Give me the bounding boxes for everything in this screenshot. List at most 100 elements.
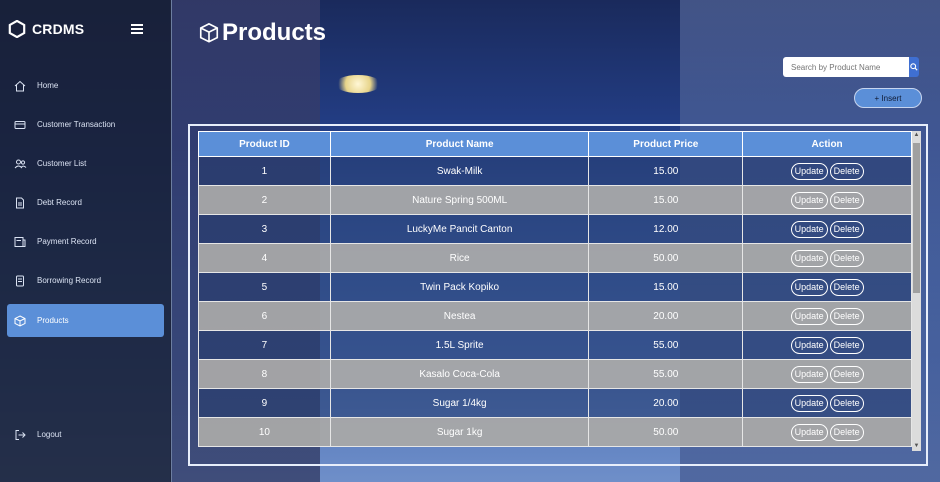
update-button[interactable]: Update xyxy=(790,249,828,267)
product-name-cell: LuckyMe Pancit Canton xyxy=(329,214,590,244)
scroll-up-icon[interactable]: ▲ xyxy=(913,132,920,139)
home-icon xyxy=(13,79,27,93)
action-cell: Update Delete xyxy=(742,214,912,244)
product-id-cell: 10 xyxy=(198,417,331,447)
product-name-cell: Rice xyxy=(329,243,590,273)
search-icon xyxy=(910,63,918,71)
product-price-cell: 15.00 xyxy=(588,156,744,186)
table-row[interactable]: 5 Twin Pack Kopiko 15.00 Update Delete xyxy=(198,272,912,302)
scroll-down-icon[interactable]: ▼ xyxy=(913,443,920,450)
table-scrollbar[interactable]: ▲ ▼ xyxy=(912,131,921,451)
table-row[interactable]: 2 Nature Spring 500ML 15.00 Update Delete xyxy=(198,185,912,215)
product-name-cell: Sugar 1kg xyxy=(329,417,590,447)
sidebar-item-payment-record[interactable]: Payment Record xyxy=(7,225,164,258)
table-row[interactable]: 4 Rice 50.00 Update Delete xyxy=(198,243,912,273)
product-price-cell: 55.00 xyxy=(588,359,744,389)
product-id-cell: 3 xyxy=(198,214,331,244)
product-price-cell: 15.00 xyxy=(588,185,744,215)
table-row[interactable]: 6 Nestea 20.00 Update Delete xyxy=(198,301,912,331)
product-id-cell: 4 xyxy=(198,243,331,273)
column-header-product-price[interactable]: Product Price xyxy=(588,131,744,157)
delete-button[interactable]: Delete xyxy=(829,220,864,238)
update-button[interactable]: Update xyxy=(790,278,828,296)
sidebar-item-label: Customer List xyxy=(37,159,87,168)
update-button[interactable]: Update xyxy=(790,191,828,209)
logout-icon xyxy=(13,428,27,442)
product-id-cell: 5 xyxy=(198,272,331,302)
product-id-cell: 7 xyxy=(198,330,331,360)
update-button[interactable]: Update xyxy=(790,365,828,383)
update-button[interactable]: Update xyxy=(790,220,828,238)
sidebar-item-products[interactable]: Products xyxy=(7,304,164,337)
action-cell: Update Delete xyxy=(742,156,912,186)
product-id-cell: 8 xyxy=(198,359,331,389)
sidebar-item-label: Products xyxy=(37,316,69,325)
products-table: Product ID Product Name Product Price Ac… xyxy=(198,131,912,447)
table-row[interactable]: 9 Sugar 1/4kg 20.00 Update Delete xyxy=(198,388,912,418)
product-name-cell: Nestea xyxy=(329,301,590,331)
sidebar-item-label: Debt Record xyxy=(37,198,82,207)
product-price-cell: 55.00 xyxy=(588,330,744,360)
delete-button[interactable]: Delete xyxy=(829,307,864,325)
sidebar-item-logout[interactable]: Logout xyxy=(7,418,164,451)
update-button[interactable]: Update xyxy=(790,307,828,325)
delete-button[interactable]: Delete xyxy=(829,249,864,267)
product-name-cell: 1.5L Sprite xyxy=(329,330,590,360)
update-button[interactable]: Update xyxy=(790,394,828,412)
action-cell: Update Delete xyxy=(742,185,912,215)
action-cell: Update Delete xyxy=(742,272,912,302)
action-cell: Update Delete xyxy=(742,330,912,360)
hexagon-logo-icon xyxy=(8,20,26,38)
cube-icon xyxy=(13,314,27,328)
search-input[interactable] xyxy=(783,57,909,77)
product-price-cell: 15.00 xyxy=(588,272,744,302)
update-button[interactable]: Update xyxy=(790,423,828,441)
product-name-cell: Swak-Milk xyxy=(329,156,590,186)
sidebar-item-home[interactable]: Home xyxy=(7,69,164,102)
product-id-cell: 1 xyxy=(198,156,331,186)
users-icon xyxy=(13,157,27,171)
update-button[interactable]: Update xyxy=(790,162,828,180)
delete-button[interactable]: Delete xyxy=(829,336,864,354)
menu-toggle-icon[interactable] xyxy=(131,24,143,34)
table-row[interactable]: 8 Kasalo Coca-Cola 55.00 Update Delete xyxy=(198,359,912,389)
sidebar-item-label: Payment Record xyxy=(37,237,97,246)
table-row[interactable]: 7 1.5L Sprite 55.00 Update Delete xyxy=(198,330,912,360)
update-button[interactable]: Update xyxy=(790,336,828,354)
page-header: Products xyxy=(198,19,326,47)
table-row[interactable]: 3 LuckyMe Pancit Canton 12.00 Update Delete xyxy=(198,214,912,244)
product-price-cell: 20.00 xyxy=(588,301,744,331)
sidebar-item-label: Home xyxy=(37,81,59,90)
insert-button[interactable]: + Insert xyxy=(854,88,922,108)
cube-icon xyxy=(199,22,219,43)
sidebar-item-label: Customer Transaction xyxy=(37,120,116,129)
product-price-cell: 50.00 xyxy=(588,243,744,273)
delete-button[interactable]: Delete xyxy=(829,278,864,296)
sidebar-item-borrowing-record[interactable]: Borrowing Record xyxy=(7,264,164,297)
action-cell: Update Delete xyxy=(742,359,912,389)
sidebar-item-debt-record[interactable]: Debt Record xyxy=(7,186,164,219)
sidebar: CRDMS Home Customer Transaction Customer… xyxy=(0,0,172,482)
page-title: Products xyxy=(222,19,327,46)
product-name-cell: Twin Pack Kopiko xyxy=(329,272,590,302)
search-button[interactable] xyxy=(909,57,919,77)
delete-button[interactable]: Delete xyxy=(829,423,864,441)
brand-name: CRDMS xyxy=(32,21,85,37)
scrollbar-thumb[interactable] xyxy=(913,143,920,293)
table-header-row: Product ID Product Name Product Price Ac… xyxy=(198,131,912,157)
table-row[interactable]: 10 Sugar 1kg 50.00 Update Delete xyxy=(198,417,912,447)
sidebar-item-customer-list[interactable]: Customer List xyxy=(7,147,164,180)
column-header-product-name[interactable]: Product Name xyxy=(329,131,590,157)
delete-button[interactable]: Delete xyxy=(829,162,864,180)
products-table-panel: Product ID Product Name Product Price Ac… xyxy=(188,124,928,466)
column-header-product-id[interactable]: Product ID xyxy=(198,131,331,157)
product-price-cell: 20.00 xyxy=(588,388,744,418)
transaction-icon xyxy=(13,118,27,132)
sidebar-item-customer-transaction[interactable]: Customer Transaction xyxy=(7,108,164,141)
delete-button[interactable]: Delete xyxy=(829,191,864,209)
sidebar-item-label: Borrowing Record xyxy=(37,276,102,285)
delete-button[interactable]: Delete xyxy=(829,365,864,383)
product-id-cell: 2 xyxy=(198,185,331,215)
delete-button[interactable]: Delete xyxy=(829,394,864,412)
table-row[interactable]: 1 Swak-Milk 15.00 Update Delete xyxy=(198,156,912,186)
